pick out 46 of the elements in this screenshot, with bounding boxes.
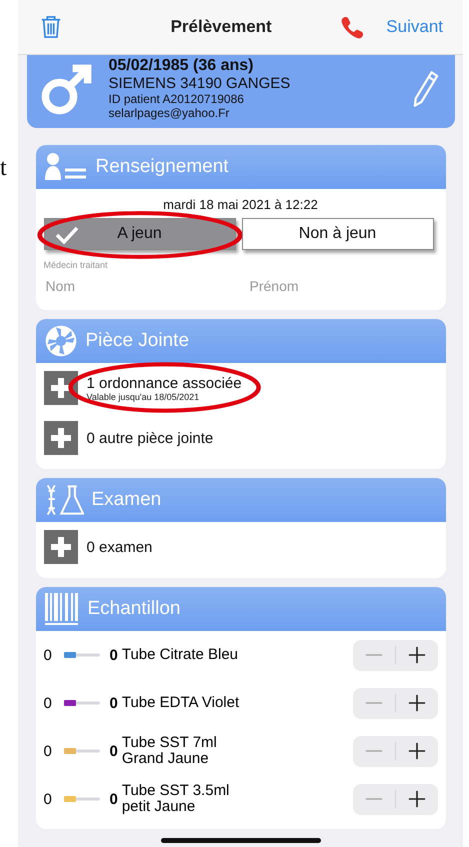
sample-quantity: 0	[110, 694, 118, 712]
person-list-icon	[44, 152, 88, 182]
plus-icon[interactable]	[408, 742, 426, 760]
sample-count: 0	[44, 742, 53, 760]
phone-icon[interactable]	[340, 15, 364, 39]
sample-quantity: 0	[110, 742, 118, 760]
trash-icon[interactable]	[40, 15, 62, 39]
add-icon[interactable]	[44, 530, 78, 564]
margin-text: t	[0, 155, 7, 181]
sample-quantity: 0	[110, 646, 118, 664]
add-icon[interactable]	[44, 371, 78, 406]
patient-id: ID patient A20120719086	[108, 92, 245, 106]
plus-icon[interactable]	[408, 646, 426, 664]
section-title: Pièce Jointe	[86, 330, 190, 352]
check-icon	[54, 226, 78, 244]
date-time: mardi 18 mai 2021 à 12:22	[162, 197, 319, 212]
field-label: Médecin traitant	[44, 260, 109, 270]
section-title: Examen	[92, 489, 162, 512]
sample-name: Tube SST 3.5ml petit Jaune	[122, 782, 230, 816]
sample-count: 0	[44, 790, 53, 808]
aperture-icon	[44, 324, 78, 358]
birth-date: 05/02/1985 (36 ans)	[108, 57, 254, 76]
fasting-option[interactable]: A jeun	[44, 218, 236, 250]
section-title: Renseignement	[96, 156, 229, 178]
sample-name: Tube EDTA Violet	[122, 695, 240, 712]
item-title[interactable]: 1 ordonnance associée	[86, 374, 242, 392]
patient-email: selarlpages@yahoo.Fr	[108, 106, 230, 120]
section-title: Echantillon	[88, 598, 180, 620]
item-title[interactable]: 0 autre pièce jointe	[86, 430, 214, 447]
input-field[interactable]: Nom	[44, 274, 234, 298]
sample-name: Tube SST 7ml Grand Jaune	[122, 734, 218, 768]
sample-quantity: 0	[110, 790, 118, 808]
add-icon[interactable]	[44, 421, 78, 456]
plus-icon[interactable]	[408, 694, 426, 712]
sample-count: 0	[44, 694, 53, 712]
input-field[interactable]: Prénom	[248, 274, 438, 298]
plus-icon[interactable]	[408, 790, 426, 808]
patient-address: SIEMENS 34190 GANGES	[108, 75, 292, 92]
sample-count: 0	[44, 646, 53, 664]
pencil-icon[interactable]	[412, 70, 438, 108]
nav-title: Prélèvement	[170, 17, 273, 37]
barcode-icon	[44, 591, 80, 628]
item-title[interactable]: 0 examen	[86, 538, 152, 556]
fasting-option[interactable]: Non à jeun	[242, 218, 434, 250]
item-subtitle: Valable jusqu'au 18/05/2021	[86, 392, 200, 402]
sample-name: Tube Citrate Bleu	[122, 647, 240, 664]
